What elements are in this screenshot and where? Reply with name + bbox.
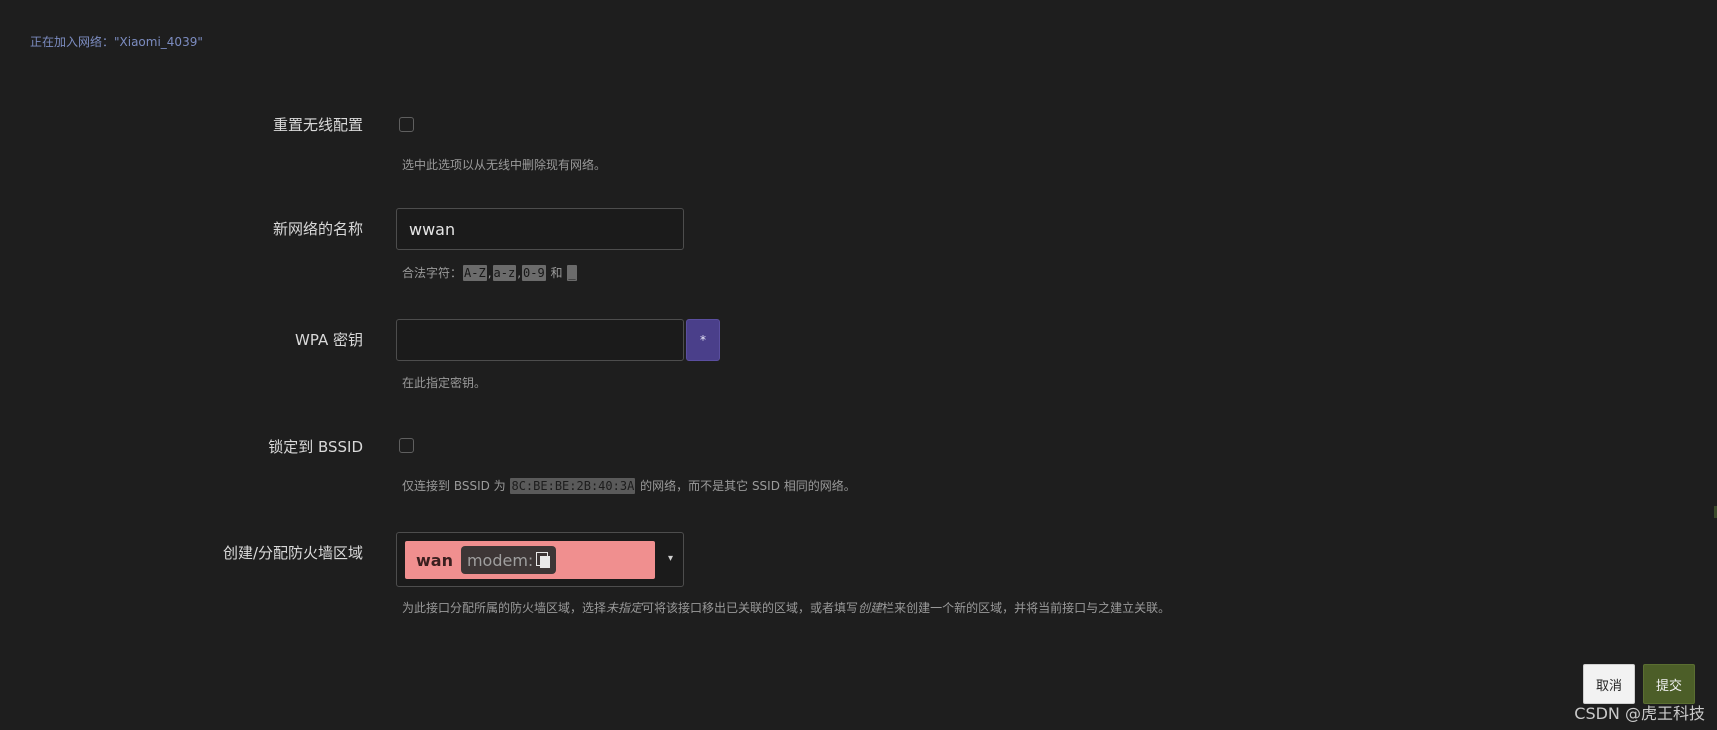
bssid-hint-suffix: 的网络，而不是其它 SSID 相同的网络。 bbox=[636, 479, 856, 493]
copy-icon bbox=[536, 552, 551, 568]
zone-hint-part3: 栏来创建一个新的区域，并将当前接口与之建立关联。 bbox=[882, 601, 1171, 615]
asterisk-icon: * bbox=[700, 333, 706, 347]
wpa-key-input[interactable] bbox=[396, 319, 684, 361]
hint-prefix: 合法字符： bbox=[402, 266, 463, 280]
lock-bssid-hint: 仅连接到 BSSID 为 8C:BE:BE:2B:40:3A 的网络，而不是其它… bbox=[402, 477, 856, 494]
dialog: 正在加入网络："Xiaomi_4039" 重置无线配置 选中此选项以从无线中删除… bbox=[0, 0, 1717, 730]
lock-bssid-checkbox[interactable] bbox=[399, 438, 414, 453]
zone-hint-part1: 为此接口分配所属的防火墙区域，选择 bbox=[402, 601, 607, 615]
hint-sep: , bbox=[517, 265, 522, 280]
reset-wireless-hint: 选中此选项以从无线中删除现有网络。 bbox=[402, 158, 607, 172]
wpa-key-hint: 在此指定密钥。 bbox=[402, 376, 487, 390]
zone-interface-badge: modem: bbox=[460, 546, 557, 574]
firewall-zone-select[interactable]: wan modem: ▾ bbox=[396, 532, 684, 587]
network-name-label: 新网络的名称 bbox=[272, 220, 363, 238]
zone-name: wan bbox=[416, 550, 453, 570]
network-name-input[interactable] bbox=[396, 208, 684, 250]
reveal-password-button[interactable]: * bbox=[686, 319, 720, 361]
hint-code-underscore: _ bbox=[567, 264, 577, 281]
watermark: CSDN @虎王科技 bbox=[1574, 704, 1705, 723]
chevron-down-icon[interactable]: ▾ bbox=[668, 553, 673, 564]
hint-and: 和 bbox=[546, 266, 567, 280]
bssid-hint-prefix: 仅连接到 BSSID 为 bbox=[402, 479, 510, 493]
network-name-hint: 合法字符： A-Z , a-z , 0-9 和 _ bbox=[402, 264, 578, 281]
submit-button[interactable]: 提交 bbox=[1643, 664, 1695, 704]
wpa-key-label: WPA 密钥 bbox=[295, 331, 363, 349]
cancel-button[interactable]: 取消 bbox=[1583, 664, 1635, 704]
reset-wireless-checkbox[interactable] bbox=[399, 117, 414, 132]
zone-chip-wan[interactable]: wan modem: bbox=[405, 541, 655, 579]
lock-bssid-label: 锁定到 BSSID bbox=[268, 438, 363, 456]
zone-interface-name: modem: bbox=[466, 550, 534, 570]
zone-hint-create: 创建 bbox=[858, 601, 883, 615]
hint-code-upper: A-Z bbox=[463, 264, 487, 281]
hint-code-digits: 0-9 bbox=[522, 264, 546, 281]
hint-code-lower: a-z bbox=[492, 264, 517, 281]
bssid-value: 8C:BE:BE:2B:40:3A bbox=[510, 477, 636, 494]
firewall-zone-label: 创建/分配防火墙区域 bbox=[222, 544, 363, 562]
zone-hint-part2: 可将该接口移出已关联的区域，或者填写 bbox=[642, 601, 859, 615]
zone-hint-unspecified: 未指定 bbox=[606, 601, 643, 615]
firewall-zone-hint: 为此接口分配所属的防火墙区域，选择 未指定 可将该接口移出已关联的区域，或者填写… bbox=[402, 599, 1170, 616]
hint-sep: , bbox=[487, 265, 492, 280]
joining-status: 正在加入网络："Xiaomi_4039" bbox=[30, 35, 203, 49]
reset-wireless-label: 重置无线配置 bbox=[272, 116, 363, 134]
